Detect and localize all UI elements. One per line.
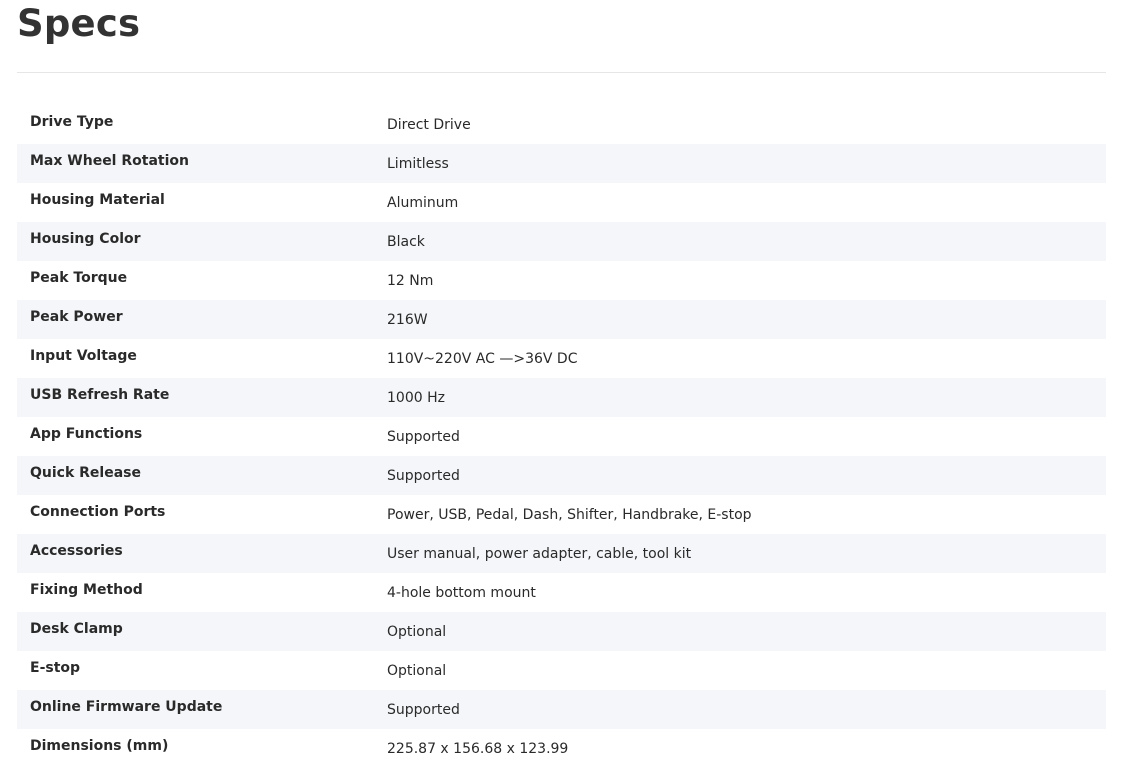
- spec-row: Housing Material Aluminum: [17, 183, 1106, 222]
- spec-value: Aluminum: [387, 195, 459, 211]
- spec-row: Housing Color Black: [17, 222, 1106, 261]
- spec-value: Optional: [387, 663, 447, 679]
- spec-label: Housing Material: [30, 192, 165, 208]
- spec-value: 4-hole bottom mount: [387, 585, 536, 601]
- spec-label: E-stop: [30, 660, 81, 676]
- spec-value: User manual, power adapter, cable, tool …: [387, 546, 692, 562]
- spec-value: Supported: [387, 429, 460, 445]
- spec-value: 216W: [387, 312, 428, 328]
- spec-value: 110V~220V AC —>36V DC: [387, 351, 578, 367]
- spec-row: Drive Type Direct Drive: [17, 105, 1106, 144]
- spec-row: Connection Ports Power, USB, Pedal, Dash…: [17, 495, 1106, 534]
- spec-label: Fixing Method: [30, 582, 143, 598]
- spec-row: Peak Torque 12 Nm: [17, 261, 1106, 300]
- spec-label: Input Voltage: [30, 348, 137, 364]
- spec-label: Housing Color: [30, 231, 141, 247]
- spec-value: 225.87 x 156.68 x 123.99: [387, 741, 569, 757]
- spec-label: Peak Power: [30, 309, 123, 325]
- spec-row: Accessories User manual, power adapter, …: [17, 534, 1106, 573]
- spec-row: App Functions Supported: [17, 417, 1106, 456]
- spec-label: USB Refresh Rate: [30, 387, 170, 403]
- spec-row: Desk Clamp Optional: [17, 612, 1106, 651]
- spec-label: Max Wheel Rotation: [30, 153, 189, 169]
- spec-row: Input Voltage 110V~220V AC —>36V DC: [17, 339, 1106, 378]
- spec-row: Peak Power 216W: [17, 300, 1106, 339]
- spec-value: Power, USB, Pedal, Dash, Shifter, Handbr…: [387, 507, 752, 523]
- spec-label: Quick Release: [30, 465, 141, 481]
- spec-label: Drive Type: [30, 114, 114, 130]
- spec-row: Max Wheel Rotation Limitless: [17, 144, 1106, 183]
- spec-row: Fixing Method 4-hole bottom mount: [17, 573, 1106, 612]
- spec-label: Connection Ports: [30, 504, 166, 520]
- spec-value: Limitless: [387, 156, 449, 172]
- spec-row: USB Refresh Rate 1000 Hz: [17, 378, 1106, 417]
- spec-row: Online Firmware Update Supported: [17, 690, 1106, 729]
- spec-label: Peak Torque: [30, 270, 128, 286]
- page-title: Specs: [17, 2, 141, 45]
- spec-label: Accessories: [30, 543, 123, 559]
- spec-value: Black: [387, 234, 425, 250]
- spec-value: 12 Nm: [387, 273, 434, 289]
- spec-value: Optional: [387, 624, 447, 640]
- spec-row: Dimensions (mm) 225.87 x 156.68 x 123.99: [17, 729, 1106, 768]
- spec-value: Supported: [387, 702, 460, 718]
- spec-row: E-stop Optional: [17, 651, 1106, 690]
- spec-value: Direct Drive: [387, 117, 471, 133]
- spec-value: 1000 Hz: [387, 390, 445, 406]
- spec-value: Supported: [387, 468, 460, 484]
- spec-table: Drive Type Direct Drive Max Wheel Rotati…: [17, 105, 1106, 768]
- spec-row: Quick Release Supported: [17, 456, 1106, 495]
- spec-label: Online Firmware Update: [30, 699, 223, 715]
- spec-label: App Functions: [30, 426, 143, 442]
- spec-label: Desk Clamp: [30, 621, 123, 637]
- title-divider: [17, 72, 1106, 73]
- spec-label: Dimensions (mm): [30, 738, 169, 754]
